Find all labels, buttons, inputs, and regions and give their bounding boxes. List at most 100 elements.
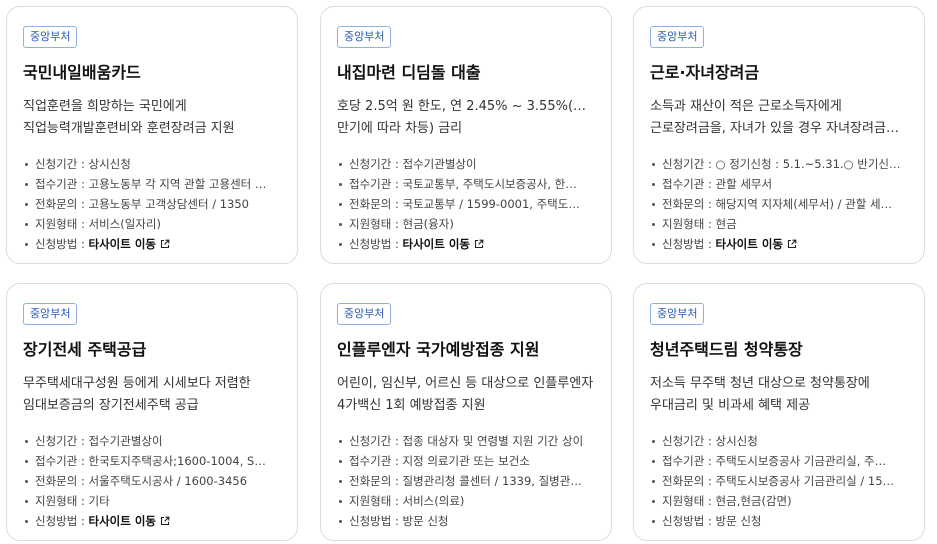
info-value: 고용노동부 고객상담센터 / 1350 [88, 197, 250, 211]
info-value: 관할 세무서 [715, 177, 773, 191]
info-separator: : [704, 157, 716, 171]
category-badge: 중앙부처 [337, 303, 392, 325]
info-item: 전화문의 : 고용노동부 고객상담센터 / 1350 [23, 194, 281, 214]
info-list: 신청기간 : 접수기관별상이접수기관 : 국토교통부, 주택도시보증공사, 한…… [337, 154, 595, 254]
info-label: 지원형태 [35, 217, 78, 231]
card-title[interactable]: 인플루엔자 국가예방접종 지원 [337, 339, 595, 361]
info-list: 신청기간 : 접종 대상자 및 연령별 지원 기간 상이 접수기관 : 지정 의료… [337, 431, 595, 531]
external-site-link[interactable]: 타사이트 이동 [716, 237, 783, 251]
info-item: 전화문의 : 주택도시보증공사 기금관리실 / 15… [650, 471, 908, 491]
info-separator: : [704, 237, 716, 251]
info-value: 현금(융자) [402, 217, 454, 231]
info-label: 접수기관 [662, 454, 705, 468]
info-value: 주택도시보증공사 기금관리실 / 15… [715, 474, 895, 488]
info-separator: : [77, 434, 89, 448]
info-item: 신청방법 : 타사이트 이동 [337, 234, 595, 254]
external-site-link[interactable]: 타사이트 이동 [403, 237, 470, 251]
info-label: 지원형태 [349, 494, 392, 508]
info-item: 신청방법 : 타사이트 이동 [23, 511, 281, 531]
info-separator: : [77, 217, 89, 231]
info-list: 신청기간 : 상시신청 접수기관 : 주택도시보증공사 기금관리실, 주… 전화문의… [650, 431, 908, 531]
external-link-icon[interactable] [787, 239, 797, 249]
info-item: 전화문의 : 서울주택도시공사 / 1600-3456 [23, 471, 281, 491]
info-separator: : [704, 177, 716, 191]
external-link-icon[interactable] [474, 239, 484, 249]
info-item: 지원형태 : 현금 [650, 214, 908, 234]
info-separator: : [77, 514, 89, 528]
info-value: 해당지역 지자체(세무서) / 관할 세… [715, 197, 893, 211]
category-badge: 중앙부처 [650, 303, 705, 325]
description-line: 만기에 따라 차등) 금리 [337, 121, 463, 136]
info-separator: : [391, 474, 403, 488]
info-item: 신청방법 : 방문 신청 [650, 511, 908, 531]
external-link-icon[interactable] [160, 516, 170, 526]
service-card[interactable]: 중앙부처 청년주택드림 청약통장 저소득 무주택 청년 대상으로 청약통장에 우대금리… [633, 283, 925, 541]
info-label: 전화문의 [349, 197, 392, 211]
info-separator: : [704, 434, 716, 448]
info-label: 신청방법 [35, 514, 78, 528]
info-item: 접수기관 : 관할 세무서 [650, 174, 908, 194]
description-line: 직업능력개발훈련비와 훈련장려금 지원 [23, 121, 235, 136]
info-value: 상시신청 [715, 434, 758, 448]
info-separator: : [391, 454, 403, 468]
service-card-grid: 중앙부처 국민내일배움카드 직업훈련을 희망하는 국민에게 직업능력개발훈련비와 훈련… [0, 0, 937, 544]
info-item: 접수기관 : 고용노동부 각 지역 관할 고용센터 … [23, 174, 281, 194]
description-line: 우대금리 및 비과세 혜택 제공 [650, 398, 811, 413]
info-item: 접수기관 : 지정 의료기관 또는 보건소 [337, 451, 595, 471]
card-title[interactable]: 청년주택드림 청약통장 [650, 339, 908, 361]
card-title[interactable]: 국민내일배움카드 [23, 62, 281, 84]
info-label: 전화문의 [662, 474, 705, 488]
info-value: 서비스(일자리) [88, 217, 161, 231]
info-label: 지원형태 [662, 494, 705, 508]
info-separator: : [391, 197, 403, 211]
card-description: 어린이, 임신부, 어르신 등 대상으로 인플루엔자 4가백신 1회 예방접종 지… [337, 373, 595, 417]
card-description: 소득과 재산이 적은 근로소득자에게근로장려금을, 자녀가 있을 경우 자녀장려… [650, 96, 908, 140]
info-separator: : [704, 197, 716, 211]
description-line: 근로장려금을, 자녀가 있을 경우 자녀장려금… [650, 121, 899, 136]
info-item: 지원형태 : 현금(융자) [337, 214, 595, 234]
info-label: 지원형태 [662, 217, 705, 231]
info-item: 신청기간 : 접종 대상자 및 연령별 지원 기간 상이 [337, 431, 595, 451]
info-value: 지정 의료기관 또는 보건소 [402, 454, 530, 468]
info-separator: : [391, 217, 403, 231]
service-card[interactable]: 중앙부처 국민내일배움카드 직업훈련을 희망하는 국민에게 직업능력개발훈련비와 훈련… [6, 6, 298, 264]
description-line: 무주택세대구성원 등에게 시세보다 저렴한 [23, 376, 251, 391]
external-link-icon[interactable] [160, 239, 170, 249]
info-value: 서비스(의료) [402, 494, 465, 508]
service-card[interactable]: 중앙부처장기전세 주택공급무주택세대구성원 등에게 시세보다 저렴한임대보증금의… [6, 283, 298, 541]
category-badge: 중앙부처 [23, 303, 78, 325]
info-item: 전화문의 : 해당지역 지자체(세무서) / 관할 세… [650, 194, 908, 214]
info-separator: : [391, 514, 403, 528]
info-label: 접수기관 [349, 177, 392, 191]
service-card[interactable]: 중앙부처 내집마련 디딤돌 대출 호당 2.5억 원 한도, 연 2.45% ~ 3… [320, 6, 612, 264]
info-label: 전화문의 [35, 474, 78, 488]
info-value: 질병관리청 콜센터 / 1339, 질병관… [402, 474, 582, 488]
info-item: 전화문의 : 질병관리청 콜센터 / 1339, 질병관… [337, 471, 595, 491]
external-site-link[interactable]: 타사이트 이동 [89, 237, 156, 251]
info-value: 국토교통부 / 1599-0001, 주택도… [402, 197, 580, 211]
info-value: 서울주택도시공사 / 1600-3456 [88, 474, 248, 488]
info-item: 신청기간 : ○ 정기신청 : 5.1.~5.31.○ 반기신… [650, 154, 908, 174]
info-label: 신청기간 [349, 434, 392, 448]
info-value: 국토교통부, 주택도시보증공사, 한… [402, 177, 577, 191]
card-title[interactable]: 근로·자녀장려금 [650, 62, 908, 84]
service-card[interactable]: 중앙부처인플루엔자 국가예방접종 지원어린이, 임신부, 어르신 등 대상으로 … [320, 283, 612, 541]
info-label: 신청기간 [35, 434, 78, 448]
card-title[interactable]: 내집마련 디딤돌 대출 [337, 62, 595, 84]
description-line: 임대보증금의 장기전세주택 공급 [23, 398, 199, 413]
info-list: 신청기간 : 접수기관별상이 접수기관 : 한국토지주택공사;1600-1004,… [23, 431, 281, 531]
description-line: 소득과 재산이 적은 근로소득자에게 [650, 99, 842, 114]
info-item: 전화문의 : 국토교통부 / 1599-0001, 주택도… [337, 194, 595, 214]
info-label: 신청기간 [349, 157, 392, 171]
info-separator: : [704, 217, 716, 231]
info-value: ○ 정기신청 : 5.1.~5.31.○ 반기신… [715, 157, 901, 171]
info-value: 상시신청 [88, 157, 131, 171]
service-card[interactable]: 중앙부처 근로·자녀장려금 소득과 재산이 적은 근로소득자에게 근로장려금을, 자녀… [633, 6, 925, 264]
info-separator: : [391, 434, 403, 448]
info-separator: : [77, 237, 89, 251]
info-label: 지원형태 [35, 494, 78, 508]
external-site-link[interactable]: 타사이트 이동 [89, 514, 156, 528]
card-title[interactable]: 장기전세 주택공급 [23, 339, 281, 361]
info-label: 신청기간 [35, 157, 78, 171]
info-item: 신청기간 : 접수기관별상이 [337, 154, 595, 174]
